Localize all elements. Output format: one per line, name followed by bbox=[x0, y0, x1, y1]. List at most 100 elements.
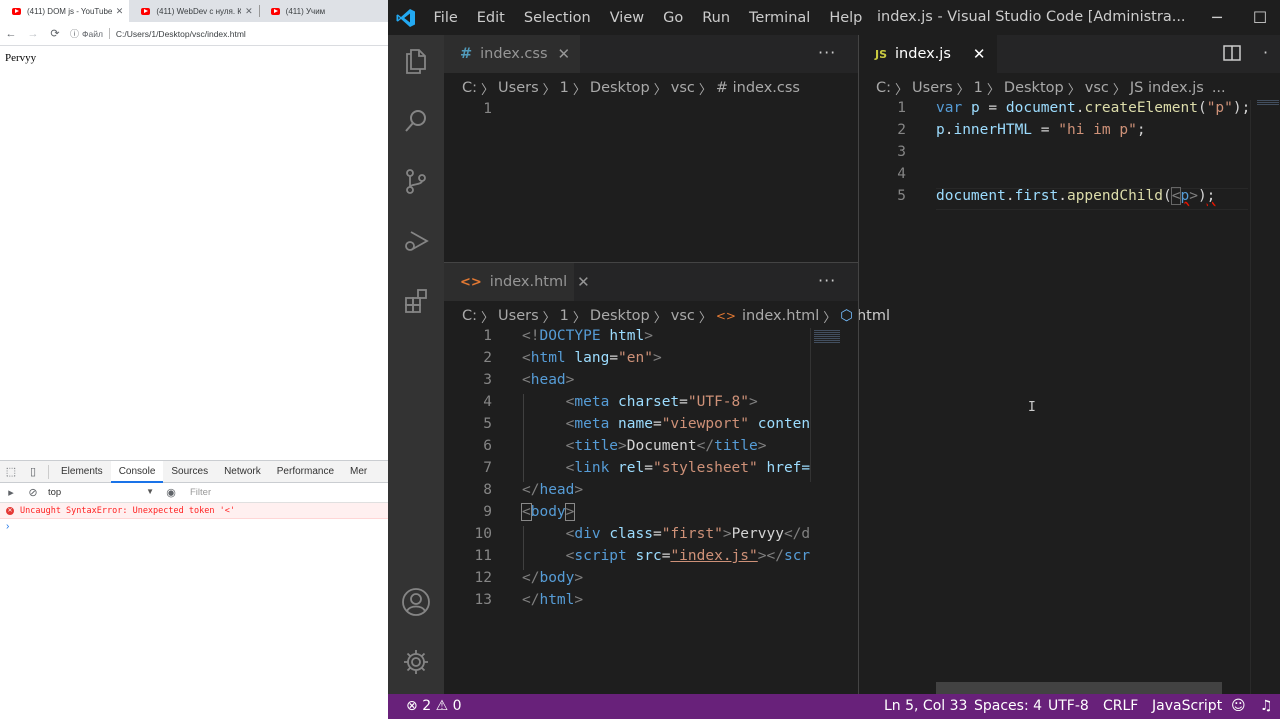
breadcrumb-item[interactable]: Desktop bbox=[1004, 80, 1064, 96]
breadcrumb-item[interactable]: Users bbox=[912, 80, 953, 96]
minimap[interactable] bbox=[1250, 100, 1280, 694]
more-actions-icon[interactable]: ··· bbox=[818, 43, 836, 62]
close-icon[interactable]: ✕ bbox=[245, 6, 253, 17]
tab-index-js[interactable]: JS index.js ✕ bbox=[859, 35, 997, 73]
close-icon[interactable]: ✕ bbox=[577, 273, 590, 291]
tab-performance[interactable]: Performance bbox=[269, 461, 342, 483]
code-editor[interactable]: 1 2 3 4 5 var p = document.createElement("p"… bbox=[859, 100, 1251, 694]
problems-indicator[interactable]: ⊗ 2 ⚠ 0 bbox=[406, 694, 462, 719]
tab-elements[interactable]: Elements bbox=[53, 461, 111, 483]
breadcrumb-item[interactable]: 1 bbox=[974, 80, 983, 96]
tab-index-html[interactable]: <> index.html ✕ bbox=[444, 263, 590, 301]
run-debug-icon[interactable] bbox=[396, 221, 436, 261]
reload-icon[interactable]: ⟳ bbox=[44, 27, 66, 40]
chevron-right-icon: 〉 bbox=[698, 310, 712, 326]
browser-tab-dom-js[interactable]: (411) DOM js - YouTube ✕ bbox=[0, 0, 130, 22]
code-editor[interactable]: 1 bbox=[444, 100, 858, 260]
source-control-icon[interactable] bbox=[396, 161, 436, 201]
breadcrumb-item[interactable]: 1 bbox=[560, 80, 569, 96]
tab-index-css[interactable]: # index.css ✕ bbox=[444, 35, 580, 73]
eye-icon[interactable]: ◉ bbox=[160, 486, 182, 499]
breadcrumb-item[interactable]: vsc bbox=[671, 308, 695, 324]
breadcrumb-item[interactable]: C: bbox=[876, 80, 891, 96]
breadcrumb-item[interactable]: vsc bbox=[671, 80, 695, 96]
end-of-line[interactable]: CRLF bbox=[1103, 694, 1138, 719]
browser-tab-learn[interactable]: (411) Учим bbox=[258, 0, 388, 22]
breadcrumb-item[interactable]: Desktop bbox=[590, 80, 650, 96]
bell-icon[interactable]: ♫ bbox=[1260, 694, 1273, 719]
line-number: 1 bbox=[897, 100, 906, 116]
minimap[interactable] bbox=[810, 328, 844, 694]
divider bbox=[810, 328, 811, 482]
context-selector[interactable]: top ▼ bbox=[44, 487, 160, 498]
clear-console-icon[interactable]: ⊘ bbox=[22, 486, 44, 499]
close-icon[interactable]: ✕ bbox=[116, 6, 124, 17]
menu-terminal[interactable]: Terminal bbox=[740, 10, 820, 26]
address-divider bbox=[108, 28, 110, 39]
line-number: 1 bbox=[483, 328, 492, 344]
tab-network[interactable]: Network bbox=[216, 461, 269, 483]
menu-edit[interactable]: Edit bbox=[467, 10, 514, 26]
tab-bar: # index.css ✕ ··· bbox=[444, 35, 858, 73]
line-number: 2 bbox=[483, 350, 492, 366]
more-actions-icon[interactable]: ··· bbox=[818, 271, 836, 290]
cursor-position[interactable]: Ln 5, Col 33 bbox=[884, 694, 967, 719]
vscode-window: File Edit Selection View Go Run Terminal… bbox=[388, 0, 1280, 719]
breadcrumb-file[interactable]: # index.css bbox=[716, 80, 800, 96]
gear-icon[interactable] bbox=[396, 642, 436, 682]
breadcrumb-file[interactable]: JS index.js bbox=[1130, 80, 1204, 96]
address-bar[interactable]: ⓘ Файл C:/Users/1/Desktop/vsc/index.html bbox=[70, 25, 246, 43]
chevron-right-icon: 〉 bbox=[481, 82, 495, 98]
tab-sources[interactable]: Sources bbox=[163, 461, 216, 483]
maximize-button[interactable]: ☐ bbox=[1240, 0, 1280, 35]
tab-console[interactable]: Console bbox=[110, 460, 164, 483]
activity-bar bbox=[388, 35, 444, 694]
minimize-button[interactable]: ─ bbox=[1194, 0, 1240, 35]
horizontal-scrollbar[interactable] bbox=[936, 682, 1222, 694]
filter-input[interactable]: Filter bbox=[190, 487, 211, 498]
breadcrumb-item[interactable]: C: bbox=[462, 80, 477, 96]
status-bar: ⊗ 2 ⚠ 0 Ln 5, Col 33 Spaces: 4 UTF-8 CRL… bbox=[388, 694, 1280, 719]
encoding[interactable]: UTF-8 bbox=[1048, 694, 1089, 719]
menu-file[interactable]: File bbox=[424, 10, 467, 26]
breadcrumb-item[interactable]: C: bbox=[462, 308, 477, 324]
menu-help[interactable]: Help bbox=[820, 10, 872, 26]
menu-go[interactable]: Go bbox=[654, 10, 693, 26]
menu-run[interactable]: Run bbox=[693, 10, 740, 26]
back-arrow-icon[interactable]: ← bbox=[0, 28, 22, 40]
breadcrumb-item[interactable]: vsc bbox=[1085, 80, 1109, 96]
breadcrumb-ellipsis[interactable]: ... bbox=[1212, 80, 1226, 96]
console-prompt[interactable]: › bbox=[0, 519, 388, 535]
menu-selection[interactable]: Selection bbox=[514, 10, 600, 26]
js-file-icon: JS bbox=[875, 47, 888, 61]
code-editor[interactable]: 1 2 3 4 5 6 7 8 9 10 11 12 13 <!DOCTYPE html> <html … bbox=[444, 328, 810, 694]
breadcrumb-item[interactable]: Desktop bbox=[590, 308, 650, 324]
close-icon[interactable]: ✕ bbox=[558, 45, 571, 63]
search-icon[interactable] bbox=[396, 101, 436, 141]
close-icon[interactable]: ✕ bbox=[973, 45, 986, 63]
more-actions-icon[interactable]: · bbox=[1263, 43, 1269, 62]
breadcrumb-item[interactable]: Users bbox=[498, 308, 539, 324]
menu-view[interactable]: View bbox=[600, 10, 653, 26]
extensions-icon[interactable] bbox=[396, 281, 436, 321]
split-editor-icon[interactable] bbox=[1223, 45, 1241, 65]
tab-memory[interactable]: Mer bbox=[342, 461, 375, 483]
language-mode[interactable]: JavaScript bbox=[1152, 694, 1222, 719]
error-icon: ⊗ bbox=[406, 698, 418, 714]
device-toolbar-icon[interactable]: ▯ bbox=[22, 465, 44, 478]
info-icon[interactable]: ⓘ bbox=[70, 27, 79, 40]
tab-bar: JS index.js ✕ · bbox=[859, 35, 1280, 73]
sidebar-toggle-icon[interactable]: ▸ bbox=[0, 486, 22, 499]
address-url[interactable]: C:/Users/1/Desktop/vsc/index.html bbox=[116, 29, 246, 39]
forward-arrow-icon[interactable]: → bbox=[22, 28, 44, 40]
breadcrumb-item[interactable]: 1 bbox=[560, 308, 569, 324]
inspect-element-icon[interactable]: ⬚ bbox=[0, 465, 22, 478]
breadcrumb-item[interactable]: Users bbox=[498, 80, 539, 96]
browser-tab-webdev[interactable]: (411) WebDev с нуля. Канал Ал ✕ bbox=[129, 0, 258, 22]
breadcrumb-file[interactable]: index.html bbox=[742, 308, 819, 324]
indentation[interactable]: Spaces: 4 bbox=[974, 694, 1042, 719]
explorer-icon[interactable] bbox=[396, 41, 436, 81]
feedback-icon[interactable]: ☺ bbox=[1231, 694, 1246, 719]
account-icon[interactable] bbox=[396, 582, 436, 622]
browser-tab-strip: (411) DOM js - YouTube ✕ (411) WebDev с … bbox=[0, 0, 388, 22]
